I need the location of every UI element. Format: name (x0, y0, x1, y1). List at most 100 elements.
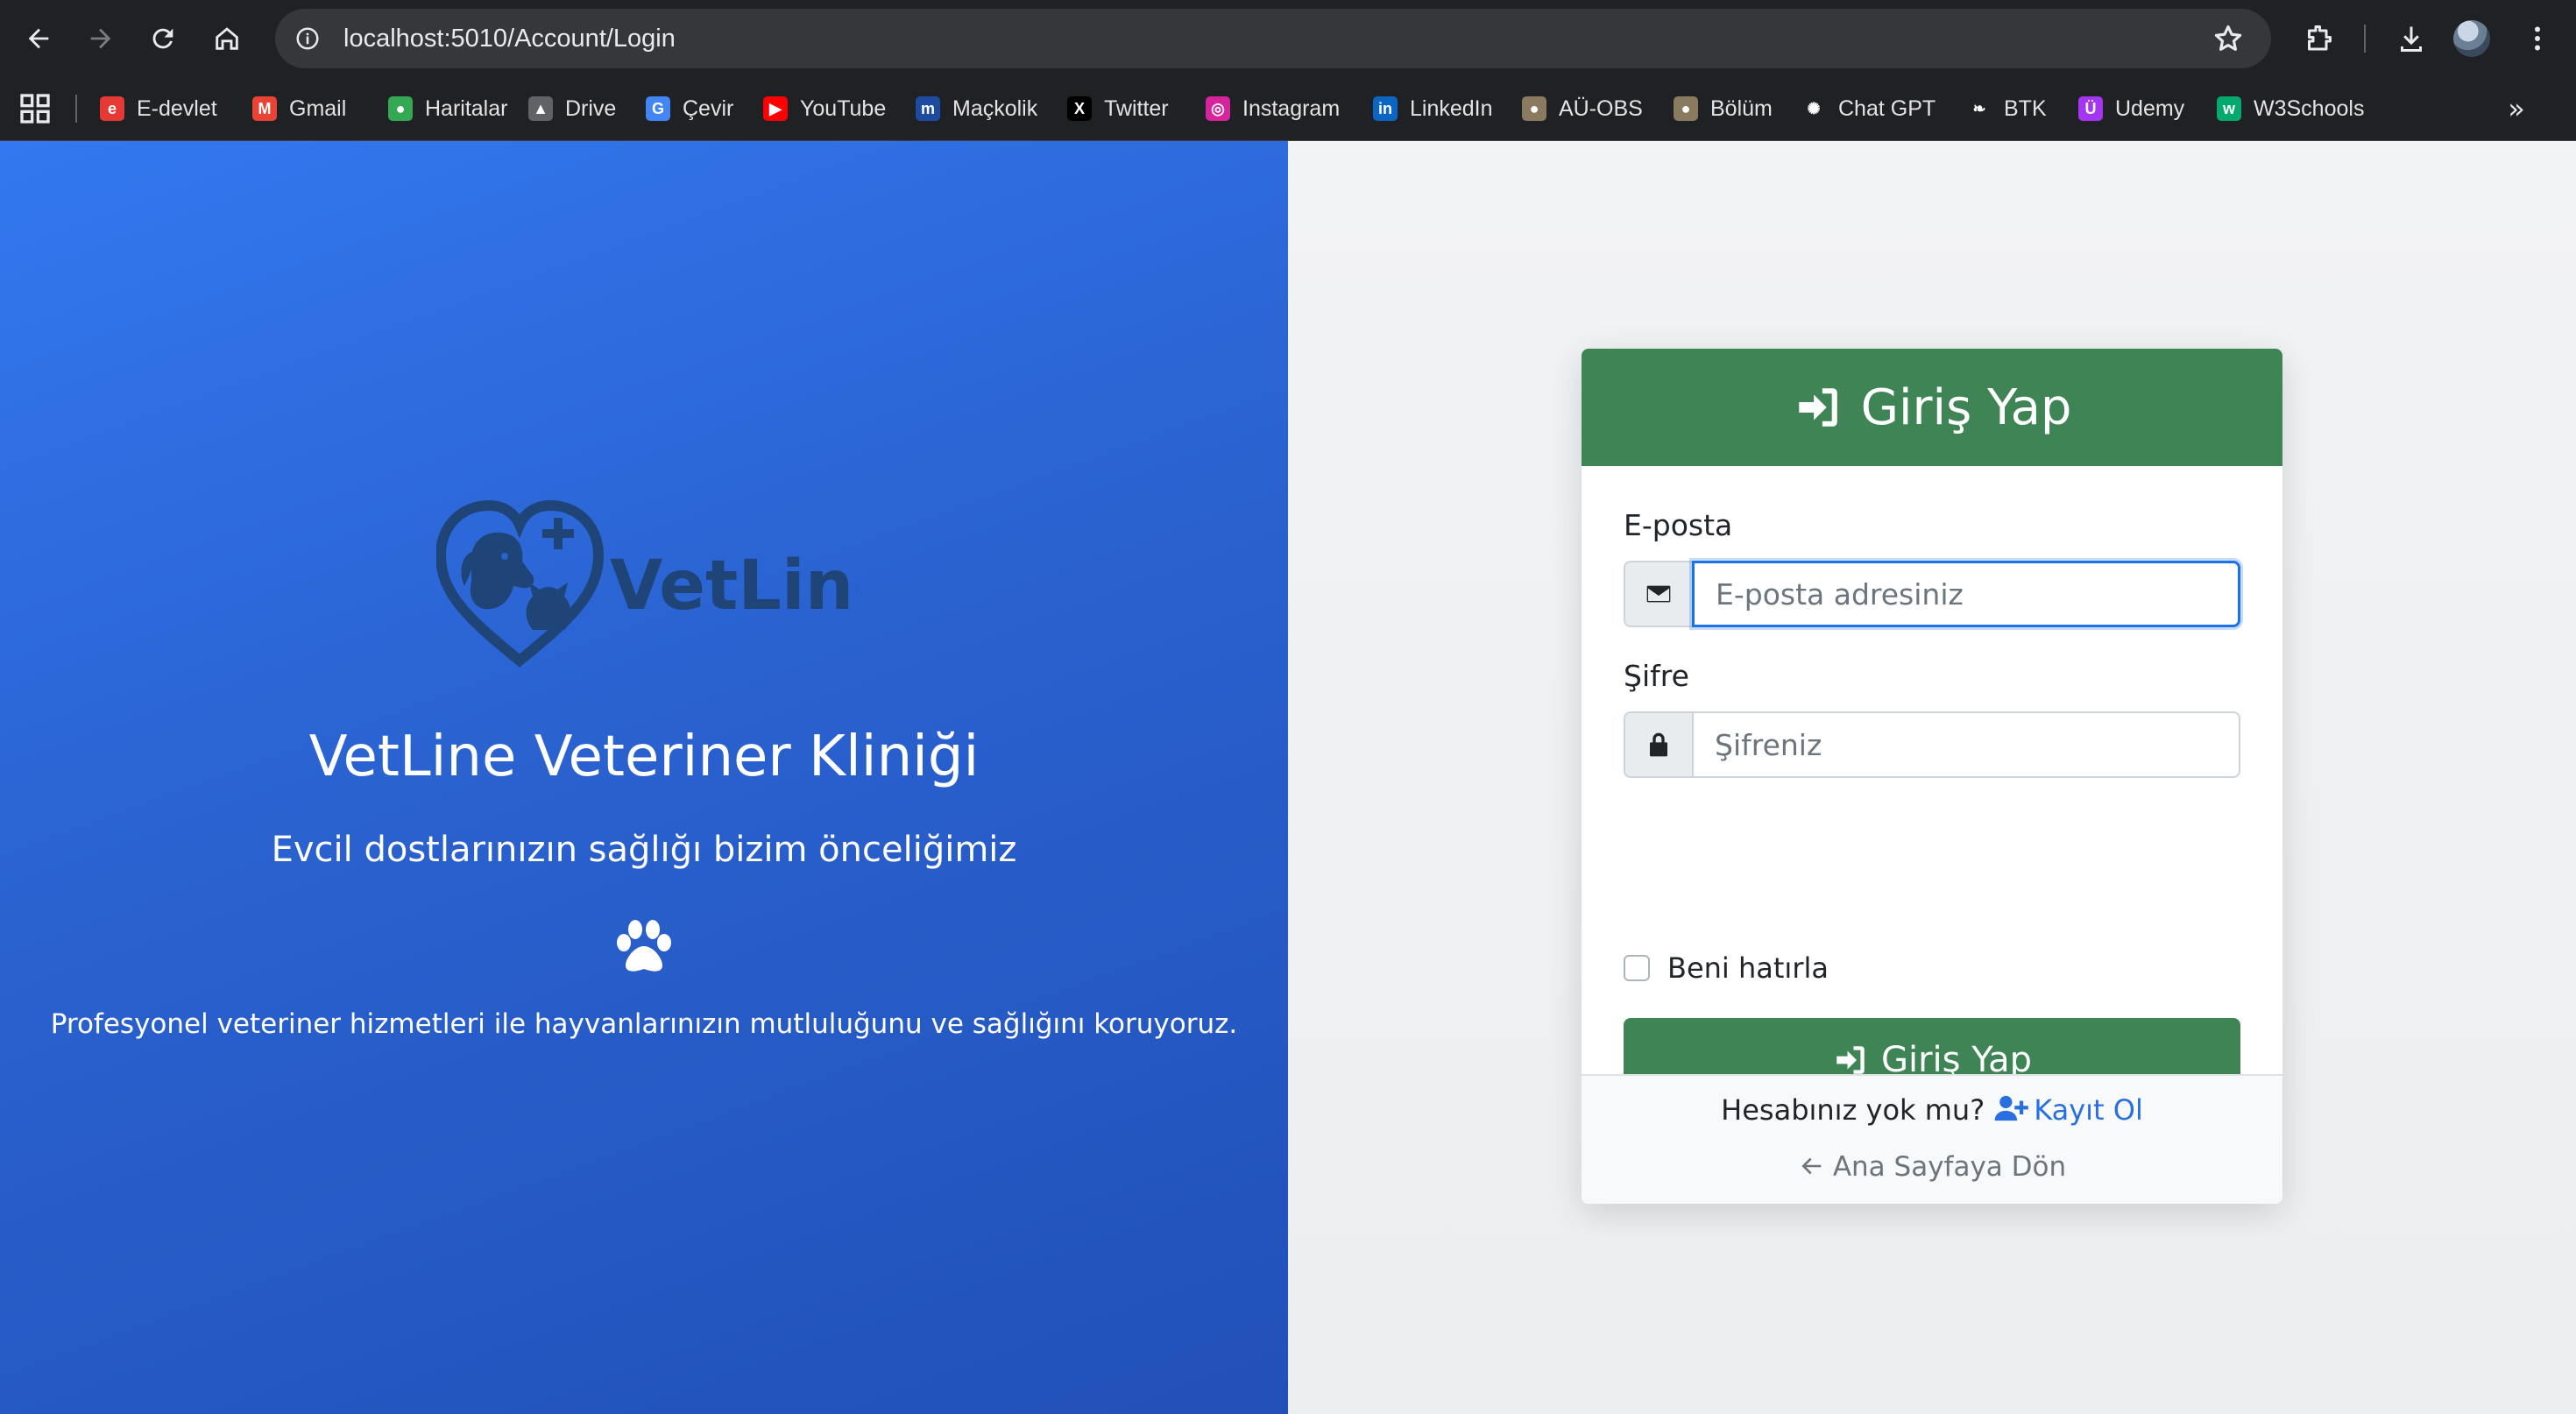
bookmark-label: Drive (565, 95, 617, 121)
paw-icon (617, 920, 671, 972)
bookmark--evir[interactable]: G Çevir (646, 86, 733, 131)
arrow-left-icon (1801, 1157, 1822, 1175)
lock-icon (1624, 711, 1692, 778)
instagram-icon: ◎ (1206, 96, 1230, 121)
hero-panel: VetLine VetLine Veteriner Kliniği Evcil … (0, 141, 1288, 1414)
forward-button[interactable] (79, 17, 123, 60)
extensions-icon[interactable] (2297, 18, 2339, 60)
bookmark-linkedin[interactable]: in LinkedIn (1373, 86, 1493, 131)
bookmark-twitter[interactable]: X Twitter (1067, 86, 1169, 131)
logo-wordmark: VetLine (610, 547, 857, 626)
register-link-label: Kayıt Ol (2034, 1093, 2143, 1127)
bookmark-label: Udemy (2115, 95, 2185, 121)
email-input[interactable] (1692, 561, 2240, 627)
download-icon[interactable] (2390, 18, 2432, 60)
edevlet-icon: e (100, 96, 124, 121)
bookmark-label: Chat GPT (1838, 95, 1936, 121)
back-arrow-icon (28, 28, 49, 49)
remember-me-label[interactable]: Beni hatırla (1667, 951, 1829, 985)
browser-toolbar: localhost:5010/Account/Login (0, 0, 2576, 77)
bookmark-a-obs[interactable]: ● AÜ-OBS (1522, 86, 1643, 131)
password-label: Şifre (1624, 659, 1689, 693)
bookmark-label: Maçkolik (952, 95, 1038, 121)
bookmark-youtube[interactable]: ▶ YouTube (763, 86, 886, 131)
vetline-logo: VetLine (436, 499, 857, 668)
email-label: E-posta (1624, 508, 1733, 542)
apps-grid-icon[interactable] (18, 91, 53, 126)
login-form: E-posta Şifre Beni hatırla (1582, 466, 2282, 1102)
password-input-group (1624, 711, 2240, 778)
profile-avatar[interactable] (2453, 20, 2490, 57)
more-bookmarks-icon[interactable]: » (2497, 89, 2536, 128)
bookmark-label: AÜ-OBS (1559, 95, 1643, 121)
user-plus-icon (1994, 1095, 2029, 1121)
bookmarks-bar: e E-devlet M Gmail ● Haritalar ▲ Drive G Çevir ▶ Yo… (0, 77, 2576, 141)
chatgpt-icon: ✺ (1801, 96, 1826, 121)
envelope-icon (1624, 561, 1692, 627)
bookmark-instagram[interactable]: ◎ Instagram (1206, 86, 1340, 131)
bookmark-label: Bölüm (1710, 95, 1773, 121)
reload-button[interactable] (141, 17, 185, 60)
bookmark-label: BTK (2004, 95, 2047, 121)
site-info-icon[interactable] (289, 20, 326, 57)
youtube-icon: ▶ (763, 96, 788, 121)
toolbar-divider (2364, 25, 2366, 53)
password-input[interactable] (1692, 711, 2240, 778)
bookmarks-separator (75, 95, 77, 123)
bookmark-label: YouTube (800, 95, 887, 121)
url-text[interactable]: localhost:5010/Account/Login (343, 25, 676, 53)
mackolik-icon: m (916, 96, 940, 121)
hero-description: Profesyonel veteriner hizmetleri ile hay… (50, 1008, 1238, 1040)
udemy-icon: Ü (2078, 96, 2103, 121)
hero-subtitle: Evcil dostlarınızın sağlığı bizim önceli… (271, 830, 1017, 870)
bookmark-w3schools[interactable]: w W3Schools (2217, 86, 2364, 131)
maps-icon: ● (388, 96, 413, 121)
no-account-text: Hesabınız yok mu? (1721, 1093, 1985, 1127)
bookmark-label: Instagram (1242, 95, 1341, 121)
register-link[interactable]: Kayıt Ol (1985, 1093, 2143, 1127)
home-link[interactable]: Ana Sayfaya Dön (1582, 1151, 2282, 1183)
back-button[interactable] (17, 17, 60, 60)
bookmark-haritalar[interactable]: ● Haritalar (388, 86, 507, 131)
bookmark-label: Gmail (289, 95, 347, 121)
remember-me-row: Beni hatırla (1624, 951, 1829, 985)
w3schools-icon: w (2217, 96, 2241, 121)
au-obs-icon: ● (1522, 96, 1546, 121)
gmail-icon: M (252, 96, 277, 121)
sign-in-icon (1798, 388, 1837, 427)
remember-me-checkbox[interactable] (1624, 955, 1650, 981)
page-content: VetLine VetLine Veteriner Kliniği Evcil … (0, 141, 2576, 1414)
bookmark-ma-kolik[interactable]: m Maçkolik (916, 86, 1037, 131)
drive-icon: ▲ (528, 96, 553, 121)
forward-arrow-icon (90, 28, 111, 49)
menu-kebab-icon[interactable] (2516, 18, 2558, 60)
login-card: Giriş Yap E-posta Şifre Beni hatırla (1582, 349, 2282, 1204)
register-prompt: Hesabınız yok mu? Kayıt Ol (1582, 1093, 2282, 1127)
reload-icon (152, 28, 173, 49)
btk-icon: ❧ (1967, 96, 1992, 121)
login-card-title: Giriş Yap (1860, 378, 2072, 436)
address-bar[interactable]: localhost:5010/Account/Login (275, 9, 2271, 68)
bookmark-drive[interactable]: ▲ Drive (528, 86, 616, 131)
bookmark-label: Twitter (1104, 95, 1169, 121)
bookmark-udemy[interactable]: Ü Udemy (2078, 86, 2184, 131)
bookmark-btk[interactable]: ❧ BTK (1967, 86, 2047, 131)
login-card-footer: Hesabınız yok mu? Kayıt Ol Ana Sayfaya Dö… (1582, 1074, 2282, 1204)
home-button[interactable] (205, 17, 249, 60)
home-link-label: Ana Sayfaya Dön (1832, 1151, 2067, 1183)
bookmark-gmail[interactable]: M Gmail (252, 86, 346, 131)
bookmark-label: Çevir (683, 95, 734, 121)
bookmark-e-devlet[interactable]: e E-devlet (100, 86, 217, 131)
hero-title: VetLine Veteriner Kliniği (308, 725, 980, 789)
bookmark-label: LinkedIn (1410, 95, 1493, 121)
bookmark-chat-gpt[interactable]: ✺ Chat GPT (1801, 86, 1936, 131)
bookmark-label: E-devlet (137, 95, 217, 121)
login-card-header: Giriş Yap (1582, 349, 2282, 466)
bookmark-star-icon[interactable] (2212, 22, 2245, 55)
bookmark-b-l-m[interactable]: ● Bölüm (1674, 86, 1773, 131)
home-icon (216, 27, 238, 50)
bookmark-label: Haritalar (425, 95, 508, 121)
email-input-group (1624, 561, 2240, 627)
bookmark-label: W3Schools (2254, 95, 2365, 121)
x-icon: X (1067, 96, 1092, 121)
